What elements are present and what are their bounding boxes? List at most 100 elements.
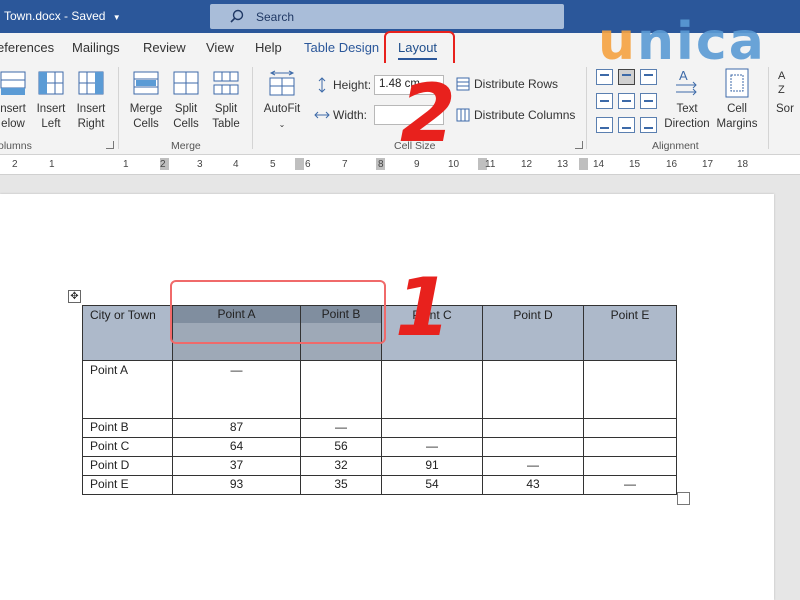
group-launcher-icon[interactable] xyxy=(106,141,114,149)
insert-below-button[interactable]: nsert elow xyxy=(0,69,30,132)
table-cell[interactable]: 64 xyxy=(172,437,301,457)
search-placeholder: Search xyxy=(256,10,295,24)
table-cell[interactable]: — xyxy=(300,418,382,438)
tab-mailings[interactable]: Mailings xyxy=(72,40,120,55)
chevron-down-icon: ⌄ xyxy=(278,120,286,129)
table-cell[interactable]: 56 xyxy=(300,437,382,457)
header-cell[interactable]: City or Town xyxy=(82,305,173,361)
sort-button[interactable]: A Z Sor xyxy=(776,67,800,117)
header-cell[interactable]: Point D xyxy=(482,305,584,361)
table-cell[interactable] xyxy=(381,418,483,438)
align-bottom-left-button[interactable] xyxy=(596,117,613,133)
align-center-left-button[interactable] xyxy=(596,93,613,109)
split-table-button[interactable]: Split Table xyxy=(209,69,243,132)
merge-cells-button[interactable]: Merge Cells xyxy=(127,69,165,132)
autofit-button[interactable]: AutoFit ⌄ xyxy=(260,69,304,132)
insert-right-icon xyxy=(78,71,104,95)
group-label-alignment: Alignment xyxy=(652,140,699,152)
table-move-handle-icon[interactable]: ✥ xyxy=(68,290,81,303)
table-cell[interactable]: Point D xyxy=(82,456,173,476)
header-cell[interactable]: Point E xyxy=(583,305,677,361)
ruler-column-marker[interactable] xyxy=(579,158,588,170)
selection-highlight-box xyxy=(170,280,386,344)
svg-text:A: A xyxy=(778,70,786,82)
table-cell[interactable]: Point C xyxy=(82,437,173,457)
table-resize-handle[interactable] xyxy=(677,492,690,505)
split-cells-button[interactable]: Split Cells xyxy=(169,69,203,132)
table-cell[interactable]: — xyxy=(583,475,677,495)
table-cell[interactable]: — xyxy=(482,456,584,476)
table-cell[interactable] xyxy=(482,418,584,438)
group-divider xyxy=(118,67,119,149)
align-bottom-center-button[interactable] xyxy=(618,117,635,133)
column-width-icon xyxy=(314,111,330,119)
table-cell[interactable]: 37 xyxy=(172,456,301,476)
split-table-icon xyxy=(213,71,239,95)
row-height-icon xyxy=(318,77,326,93)
document-title[interactable]: Town.docx - Saved ▼ xyxy=(4,9,121,23)
tab-review[interactable]: Review xyxy=(143,40,186,55)
table-row: Point A — xyxy=(82,360,677,419)
table-cell[interactable] xyxy=(482,437,584,457)
distribute-columns-button[interactable]: Distribute Columns xyxy=(456,108,575,122)
insert-left-button[interactable]: Insert Left xyxy=(34,69,68,132)
insert-below-icon xyxy=(0,71,26,95)
table-cell[interactable]: — xyxy=(172,360,301,419)
chevron-down-icon: ▼ xyxy=(112,13,121,22)
autofit-icon xyxy=(269,70,295,96)
table-cell[interactable]: 32 xyxy=(300,456,382,476)
distribute-columns-icon xyxy=(456,108,470,122)
align-center-button[interactable] xyxy=(618,93,635,109)
document-page[interactable]: ✥ City or Town Point A Point B Point C P… xyxy=(0,194,774,600)
distribute-rows-button[interactable]: Distribute Rows xyxy=(456,77,558,91)
table-row: Point C 64 56 — xyxy=(82,437,677,457)
table-cell[interactable] xyxy=(583,456,677,476)
merge-cells-icon xyxy=(133,71,159,95)
table-cell[interactable]: — xyxy=(381,437,483,457)
align-center-right-button[interactable] xyxy=(640,93,657,109)
svg-text:Z: Z xyxy=(778,84,785,96)
ruler-column-marker[interactable] xyxy=(295,158,304,170)
group-launcher-icon[interactable] xyxy=(575,141,583,149)
align-bottom-right-button[interactable] xyxy=(640,117,657,133)
table-row: Point D 37 32 91 — xyxy=(82,456,677,476)
table-cell[interactable]: 93 xyxy=(172,475,301,495)
group-label-merge: Merge xyxy=(171,140,201,152)
search-box[interactable]: Search xyxy=(210,4,564,29)
table-cell[interactable] xyxy=(583,418,677,438)
tab-table-design[interactable]: Table Design xyxy=(304,40,379,55)
tab-help[interactable]: Help xyxy=(255,40,282,55)
group-divider xyxy=(768,67,769,149)
table-row: Point E 93 35 54 43 — xyxy=(82,475,677,495)
document-area: ✥ City or Town Point A Point B Point C P… xyxy=(0,176,800,600)
table-cell[interactable] xyxy=(583,360,677,419)
split-cells-icon xyxy=(173,71,199,95)
text-direction-button[interactable]: A Text Direction xyxy=(662,67,712,132)
search-icon xyxy=(230,9,244,23)
insert-right-button[interactable]: Insert Right xyxy=(74,69,108,132)
cell-margins-button[interactable]: Cell Margins xyxy=(714,67,760,132)
table-cell[interactable]: 35 xyxy=(300,475,382,495)
unica-logo: unica xyxy=(598,12,766,72)
tab-references[interactable]: eferences xyxy=(0,40,54,55)
insert-left-icon xyxy=(38,71,64,95)
table-cell[interactable]: 54 xyxy=(381,475,483,495)
table-cell[interactable]: 91 xyxy=(381,456,483,476)
table-cell[interactable]: Point E xyxy=(82,475,173,495)
table-cell[interactable]: Point B xyxy=(82,418,173,438)
document-name: Town.docx xyxy=(4,9,61,23)
table-row: Point B 87 — xyxy=(82,418,677,438)
table-cell[interactable]: 43 xyxy=(482,475,584,495)
group-divider xyxy=(252,67,253,149)
height-field-label: Height: xyxy=(314,77,371,93)
tab-view[interactable]: View xyxy=(206,40,234,55)
distribute-rows-icon xyxy=(456,77,470,91)
table-cell[interactable] xyxy=(482,360,584,419)
table-cell[interactable]: Point A xyxy=(82,360,173,419)
alignment-grid xyxy=(596,69,660,135)
table-cell[interactable]: 87 xyxy=(172,418,301,438)
table-cell[interactable] xyxy=(583,437,677,457)
table-cell[interactable] xyxy=(381,360,483,419)
table-cell[interactable] xyxy=(300,360,382,419)
group-divider xyxy=(586,67,587,149)
